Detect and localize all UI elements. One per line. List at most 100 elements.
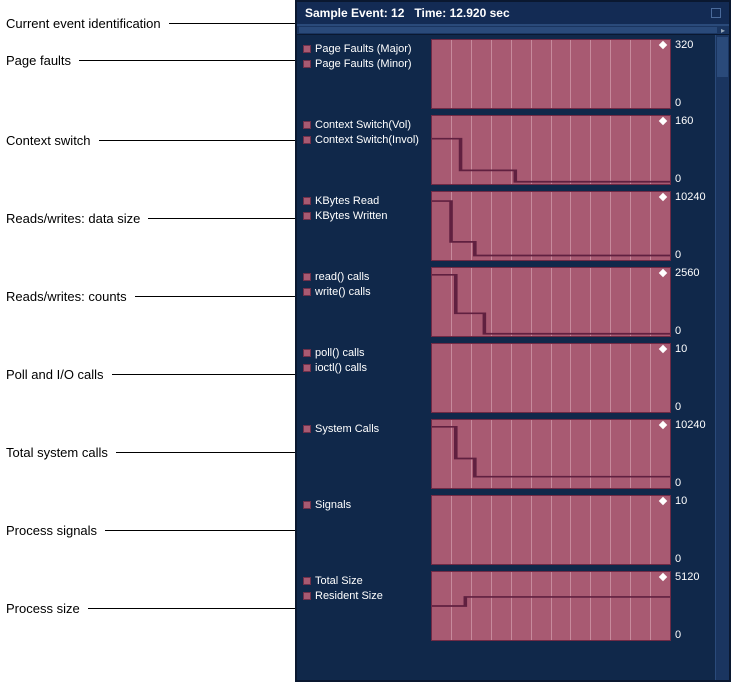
y-min-label: 0 [675, 629, 711, 641]
y-axis: 320 0 [671, 39, 711, 109]
metrics-rows: Page Faults (Major) Page Faults (Minor) 32… [297, 35, 729, 680]
y-min-label: 0 [675, 325, 711, 337]
legend-swatch-icon [303, 197, 311, 205]
legend-item[interactable]: read() calls [303, 269, 431, 284]
legend-label: read() calls [315, 271, 369, 283]
legend-label: Context Switch(Invol) [315, 134, 419, 146]
chart-wrap: 51200 [431, 571, 711, 641]
h-scroll-arrow-icon[interactable]: ▸ [718, 26, 728, 34]
chart-wrap: 10 0 [431, 343, 711, 413]
legend-item[interactable]: Total Size [303, 573, 431, 588]
legend-label: Page Faults (Minor) [315, 58, 412, 70]
strip-chart[interactable] [431, 191, 671, 261]
y-axis: 1600 [671, 115, 711, 185]
legend-label: System Calls [315, 423, 379, 435]
legend-swatch-icon [303, 288, 311, 296]
legend-item[interactable]: Context Switch(Invol) [303, 132, 431, 147]
annotation-label: Process size [6, 601, 80, 616]
time-label: Time: [414, 6, 446, 20]
chart-grid [432, 40, 670, 108]
legend-swatch-icon [303, 45, 311, 53]
metric-row: KBytes Read KBytes Written 102400 [297, 187, 715, 263]
chart-wrap: 100 [431, 495, 711, 565]
legend-label: Signals [315, 499, 351, 511]
metric-row: Context Switch(Vol) Context Switch(Invol)… [297, 111, 715, 187]
legend-swatch-icon [303, 273, 311, 281]
y-max-label: 320 [675, 39, 711, 51]
y-axis: 102400 [671, 419, 711, 489]
strip-chart[interactable] [431, 115, 671, 185]
chart-grid [432, 496, 670, 564]
metric-row: System Calls 102400 [297, 415, 715, 491]
annotation-callout: Poll and I/O calls [6, 366, 295, 382]
annotation-label: Total system calls [6, 445, 108, 460]
strip-chart[interactable] [431, 39, 671, 109]
y-axis: 10 0 [671, 343, 711, 413]
strip-chart[interactable] [431, 571, 671, 641]
legend-item[interactable]: Resident Size [303, 588, 431, 603]
legend-label: Total Size [315, 575, 363, 587]
y-min-label: 0 [675, 249, 711, 261]
legend-swatch-icon [303, 592, 311, 600]
strip-chart[interactable] [431, 419, 671, 489]
chart-wrap: 102400 [431, 191, 711, 261]
legend-label: Page Faults (Major) [315, 43, 412, 55]
annotation-leader-line [116, 452, 295, 453]
metric-row: poll() calls ioctl() calls 10 0 [297, 339, 715, 415]
legend-label: KBytes Read [315, 195, 379, 207]
window-control-icon[interactable] [711, 8, 721, 18]
annotation-leader-line [88, 608, 295, 609]
metric-row: Total Size Resident Size 51200 [297, 567, 715, 643]
legend-item[interactable]: write() calls [303, 284, 431, 299]
annotation-leader-line [135, 296, 295, 297]
chart-wrap: 102400 [431, 419, 711, 489]
metric-legend: System Calls [303, 419, 431, 489]
metric-legend: Total Size Resident Size [303, 571, 431, 641]
legend-swatch-icon [303, 425, 311, 433]
annotation-label: Reads/writes: counts [6, 289, 127, 304]
y-axis: 51200 [671, 571, 711, 641]
metric-legend: poll() calls ioctl() calls [303, 343, 431, 413]
y-min-label: 0 [675, 97, 711, 109]
vertical-scrollbar[interactable] [715, 35, 729, 680]
legend-item[interactable]: ioctl() calls [303, 360, 431, 375]
annotation-leader-line [99, 140, 295, 141]
strip-chart[interactable] [431, 267, 671, 337]
y-axis: 25600 [671, 267, 711, 337]
legend-item[interactable]: Page Faults (Major) [303, 41, 431, 56]
chart-trace [432, 116, 670, 184]
y-axis: 102400 [671, 191, 711, 261]
legend-label: poll() calls [315, 347, 365, 359]
legend-swatch-icon [303, 136, 311, 144]
y-max-label: 10 [675, 343, 711, 355]
metric-legend: KBytes Read KBytes Written [303, 191, 431, 261]
y-min-label: 0 [675, 553, 711, 565]
legend-label: ioctl() calls [315, 362, 367, 374]
chart-trace [432, 268, 670, 336]
v-scroll-thumb[interactable] [717, 37, 728, 77]
legend-item[interactable]: System Calls [303, 421, 431, 436]
chart-wrap: 1600 [431, 115, 711, 185]
legend-label: Resident Size [315, 590, 383, 602]
legend-item[interactable]: poll() calls [303, 345, 431, 360]
y-min-label: 0 [675, 401, 711, 413]
legend-swatch-icon [303, 60, 311, 68]
horizontal-scrollbar[interactable]: ▸ [297, 25, 729, 35]
legend-item[interactable]: KBytes Written [303, 208, 431, 223]
legend-label: KBytes Written [315, 210, 388, 222]
legend-label: write() calls [315, 286, 371, 298]
strip-chart[interactable] [431, 343, 671, 413]
legend-item[interactable]: Context Switch(Vol) [303, 117, 431, 132]
h-scroll-thumb[interactable] [299, 27, 717, 33]
legend-item[interactable]: KBytes Read [303, 193, 431, 208]
metrics-panel: Sample Event: 12 Time: 12.920 sec ▸ Page… [295, 0, 731, 682]
legend-swatch-icon [303, 501, 311, 509]
legend-item[interactable]: Signals [303, 497, 431, 512]
strip-chart[interactable] [431, 495, 671, 565]
legend-label: Context Switch(Vol) [315, 119, 411, 131]
legend-item[interactable]: Page Faults (Minor) [303, 56, 431, 71]
time-unit: sec [490, 6, 510, 20]
annotation-column: Current event identificationPage faultsC… [0, 0, 295, 682]
annotation-label: Reads/writes: data size [6, 211, 140, 226]
annotation-leader-line [112, 374, 295, 375]
